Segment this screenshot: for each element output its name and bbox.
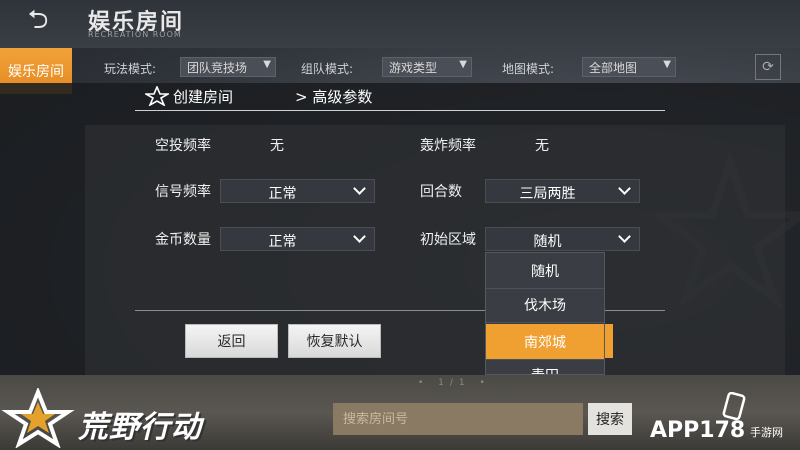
initial-zone-options: 随机 伐木场 南郊城 麦田 — [485, 252, 605, 375]
breadcrumb: 创建房间 — [145, 83, 233, 109]
mode-filter-label: 玩法模式: — [104, 62, 157, 76]
bombing-frequency-value: 无 — [535, 138, 549, 154]
page-subtitle: RECREATION ROOM — [88, 30, 182, 39]
gold-amount-dropdown[interactable]: 正常 — [220, 227, 375, 251]
refresh-icon[interactable]: ⟳ — [755, 54, 781, 80]
chevron-down-icon: ▼ — [263, 59, 271, 70]
reset-defaults-button[interactable]: 恢复默认 — [288, 324, 381, 358]
rounds-label: 回合数 — [420, 184, 462, 200]
rounds-value: 三局两胜 — [519, 186, 576, 202]
game-logo: 荒野行动 — [78, 410, 202, 445]
page-indicator: • 1/1 • — [418, 378, 491, 388]
team-filter-value: 游戏类型 — [389, 61, 438, 75]
zone-option[interactable]: 伐木场 — [486, 287, 604, 323]
gold-amount-label: 金币数量 — [155, 232, 211, 248]
divider-top — [135, 110, 665, 111]
advanced-settings-modal — [0, 83, 800, 375]
watermark-subtitle: 手游网 — [750, 426, 783, 439]
zone-option[interactable]: 随机 — [486, 253, 604, 289]
watermark: APP178 — [650, 418, 746, 443]
chevron-down-icon: ▼ — [663, 59, 671, 70]
signal-frequency-value: 正常 — [268, 186, 297, 202]
initial-zone-dropdown[interactable]: 随机 — [485, 227, 640, 251]
team-filter-label: 组队模式: — [301, 62, 354, 76]
mode-filter-value: 团队竞技场 — [187, 61, 248, 75]
airdrop-frequency-value: 无 — [270, 138, 284, 154]
mode-filter-select[interactable]: 团队竞技场 ▼ — [180, 57, 276, 77]
chevron-down-icon[interactable] — [344, 180, 374, 202]
signal-frequency-label: 信号频率 — [155, 184, 211, 200]
chevron-down-icon[interactable] — [609, 180, 639, 202]
map-filter-label: 地图模式: — [502, 62, 555, 76]
back-button[interactable]: 返回 — [185, 324, 278, 358]
rounds-dropdown[interactable]: 三局两胜 — [485, 179, 640, 203]
signal-frequency-dropdown[interactable]: 正常 — [220, 179, 375, 203]
initial-zone-value: 随机 — [533, 234, 562, 250]
map-filter-select[interactable]: 全部地图 ▼ — [582, 57, 676, 77]
chevron-down-icon: ▼ — [459, 59, 467, 70]
team-filter-select[interactable]: 游戏类型 ▼ — [382, 57, 472, 77]
gold-amount-value: 正常 — [268, 234, 297, 250]
bombing-frequency-label: 轰炸频率 — [420, 138, 476, 154]
zone-option[interactable]: 麦田 — [486, 361, 604, 374]
zone-option-selected[interactable]: 南郊城 — [486, 324, 604, 360]
chevron-down-icon[interactable] — [609, 228, 639, 250]
back-arrow-icon[interactable]: ⮌ — [20, 5, 56, 38]
filter-bar: 玩法模式: 团队竞技场 ▼ 组队模式: 游戏类型 ▼ 地图模式: 全部地图 ▼ — [88, 52, 788, 86]
initial-zone-label: 初始区域 — [420, 232, 476, 248]
map-filter-value: 全部地图 — [589, 61, 638, 75]
room-search-input[interactable] — [333, 403, 583, 435]
airdrop-frequency-label: 空投频率 — [155, 138, 211, 154]
chevron-down-icon[interactable] — [344, 228, 374, 250]
search-button[interactable]: 搜索 — [588, 403, 632, 435]
breadcrumb-create-room[interactable]: 创建房间 — [173, 86, 233, 107]
breadcrumb-advanced-params: > 高级参数 — [295, 88, 373, 106]
game-emblem-icon — [145, 86, 169, 106]
